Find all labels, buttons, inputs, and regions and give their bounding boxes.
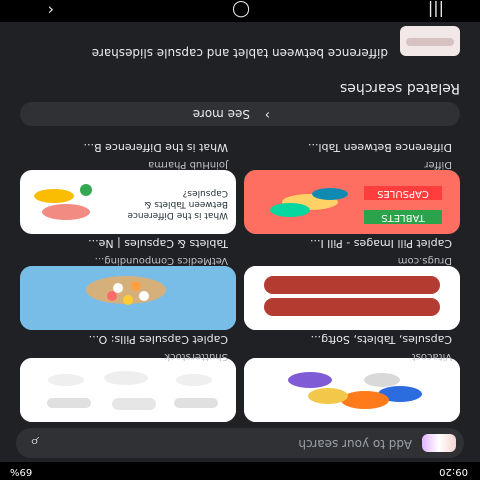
- navigation-bar: ||| ◯ ‹: [0, 0, 480, 22]
- caplet-image: [244, 266, 460, 330]
- chevron-right-icon: ›: [264, 107, 270, 122]
- search-image-thumbnail: [422, 434, 456, 452]
- diff-image: What is the Difference Between Tablets &…: [20, 170, 236, 234]
- related-search-thumbnail[interactable]: [400, 26, 460, 56]
- tablets-capsules-image: TABLETS CAPSULES: [244, 170, 460, 234]
- result-card-6[interactable]: What is the Difference Between Tablets &…: [20, 170, 236, 234]
- recent-apps-icon[interactable]: |||: [428, 1, 444, 20]
- result-title-3: Caplet Pill Images - Pill I...: [309, 237, 452, 250]
- pills-image-2: [20, 358, 236, 422]
- see-more-label: See more: [192, 107, 250, 121]
- result-card-2[interactable]: [20, 358, 236, 422]
- home-icon[interactable]: ◯: [232, 1, 250, 20]
- related-search-text[interactable]: difference between tablet and capsule sl…: [28, 45, 388, 60]
- search-bar[interactable]: Add to your search ⌕: [16, 428, 464, 458]
- search-placeholder[interactable]: Add to your search: [298, 437, 412, 451]
- result-source-4: VetMedics Compounding...: [94, 255, 228, 266]
- back-icon[interactable]: ‹: [48, 1, 54, 20]
- result-card-5[interactable]: TABLETS CAPSULES: [244, 170, 460, 234]
- status-battery: 69%: [10, 466, 33, 477]
- result-title-4: Tablets & Capsules | Ne...: [88, 237, 228, 250]
- related-searches-title: Related searches: [339, 80, 460, 96]
- spoon-pills-image: [20, 266, 236, 330]
- result-card-3[interactable]: [244, 266, 460, 330]
- see-more-button[interactable]: › See more: [20, 102, 460, 126]
- result-source-3: Drugs.com: [397, 255, 452, 266]
- result-card-1[interactable]: [244, 358, 460, 422]
- result-title-5: Difference Between Tabl...: [308, 141, 452, 154]
- result-source-5: Differ: [424, 159, 452, 170]
- result-source-1: Vitacost: [411, 351, 452, 362]
- result-title-1: Capsules, Tablets, Softg...: [310, 333, 452, 346]
- result-source-2: Shutterstock: [164, 351, 228, 362]
- pills-image-1: [244, 358, 460, 422]
- result-source-6: JoinHub Pharma: [148, 159, 228, 170]
- status-time: 09:20: [439, 466, 468, 477]
- result-title-6: What is the Difference B...: [83, 141, 228, 154]
- result-title-2: Caplet Capsules Pills: O...: [88, 333, 228, 346]
- status-bar: 09:20 69%: [0, 462, 480, 480]
- result-card-4[interactable]: [20, 266, 236, 330]
- search-icon[interactable]: ⌕: [30, 432, 39, 452]
